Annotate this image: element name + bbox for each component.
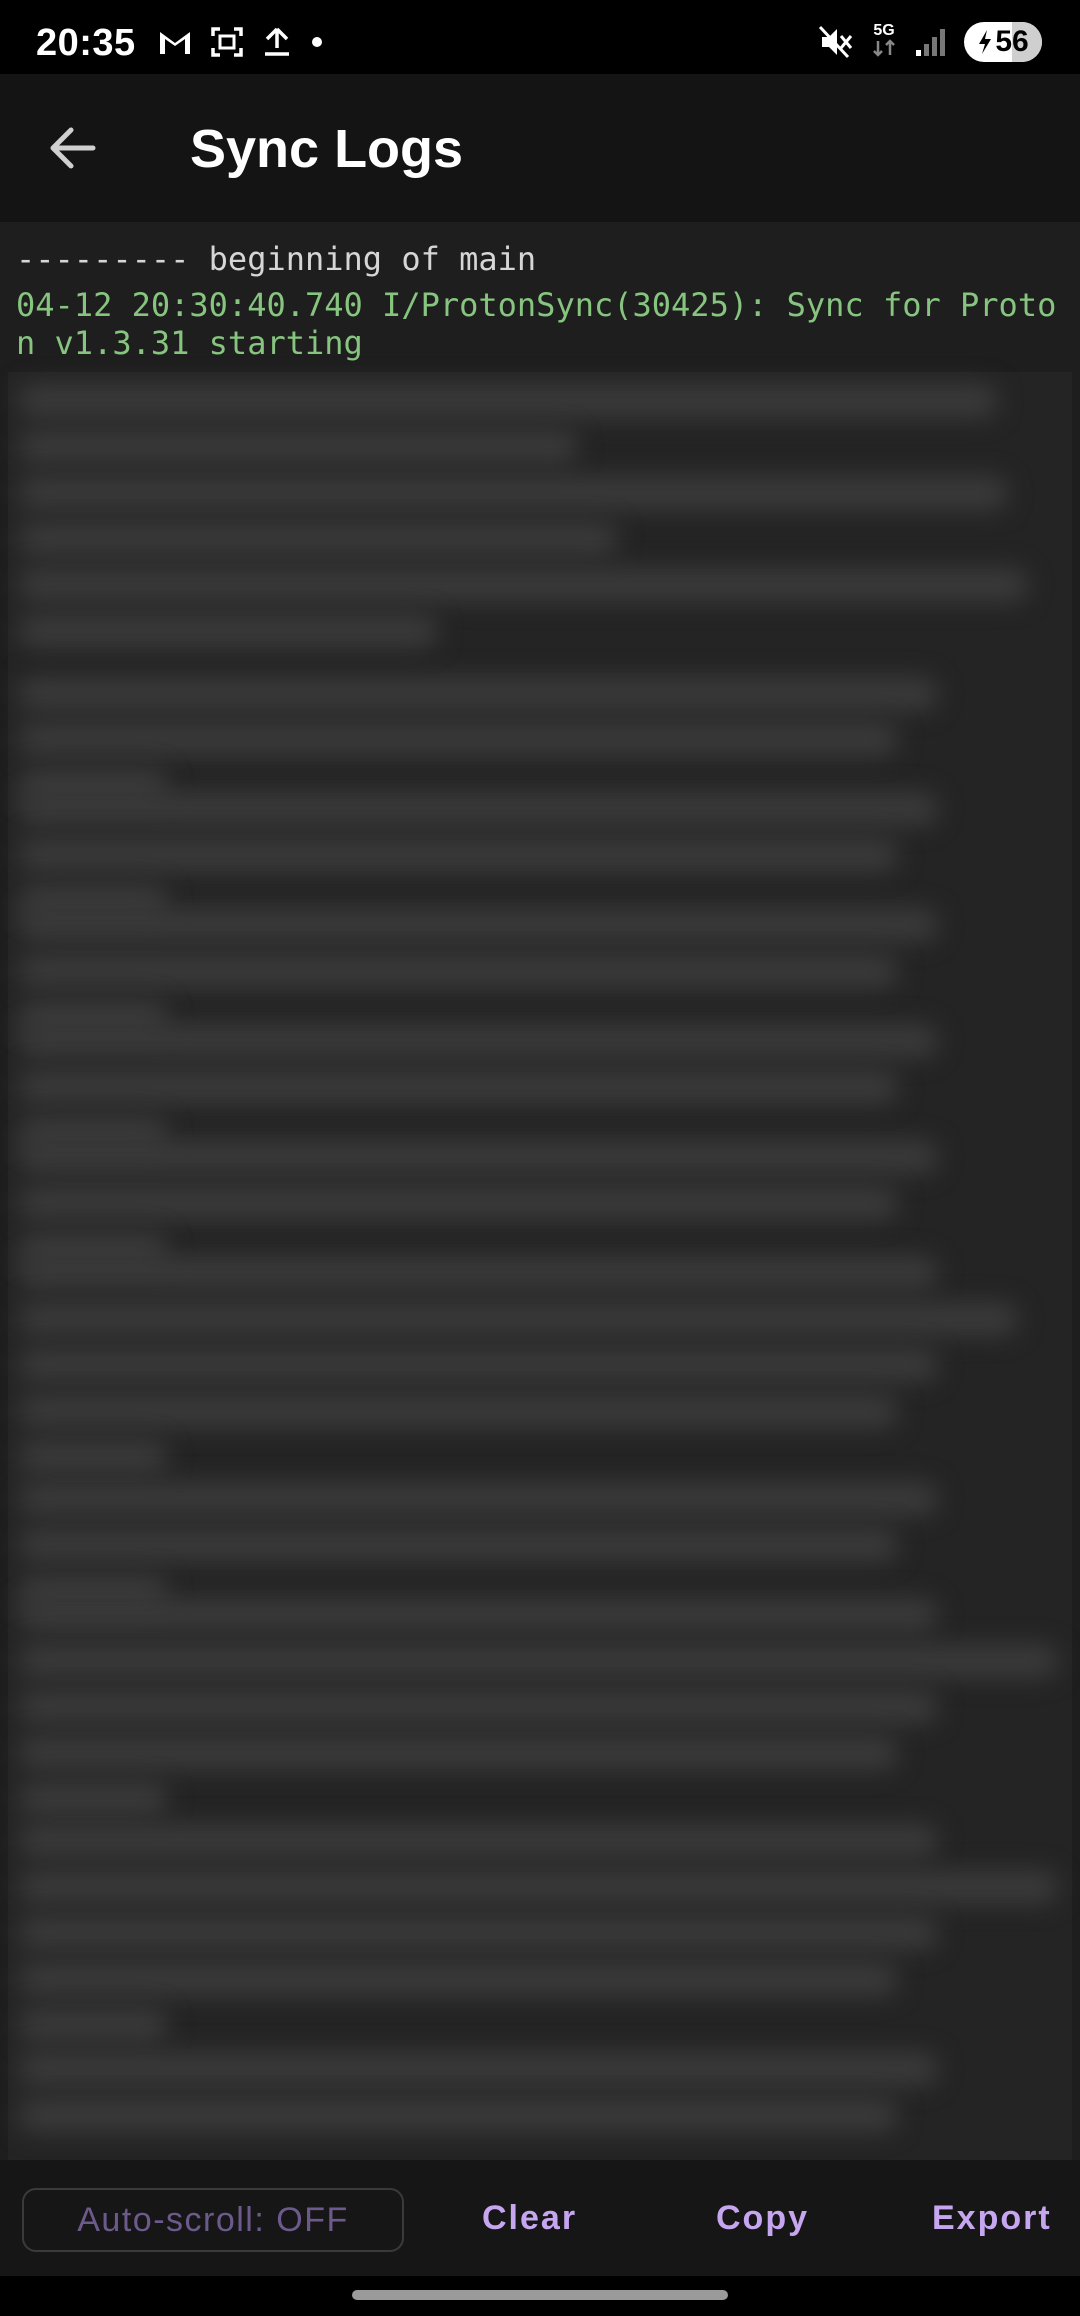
gmail-icon: [160, 32, 190, 54]
system-icons: 5G 56: [818, 22, 1042, 62]
mute-icon: [818, 25, 853, 59]
status-time: 20:35: [36, 22, 136, 64]
dot-icon: [312, 37, 322, 47]
log-entry: 04-12 20:30:40.740 I/ProtonSync(30425): …: [16, 286, 1057, 362]
battery-icon: 56: [964, 22, 1042, 62]
autoscroll-toggle[interactable]: Auto-scroll: OFF: [22, 2188, 404, 2252]
5g-icon: 5G: [870, 22, 898, 62]
back-button[interactable]: [30, 112, 116, 184]
battery-level: 56: [995, 25, 1029, 58]
home-indicator[interactable]: [352, 2290, 728, 2300]
charging-bolt-icon: [979, 30, 992, 54]
notification-icons: [158, 26, 324, 58]
log-view[interactable]: --------- beginning of main 04-12 20:30:…: [0, 222, 1080, 2160]
app-bar: Sync Logs: [0, 74, 1080, 222]
redacted-log-content: [8, 372, 1072, 2160]
status-bar: 20:35 5G 56: [0, 0, 1080, 74]
upload-icon: [265, 27, 289, 56]
log-divider: --------- beginning of main: [16, 240, 537, 278]
clear-button[interactable]: Clear: [482, 2188, 577, 2248]
copy-button[interactable]: Copy: [716, 2188, 809, 2248]
export-button[interactable]: Export: [932, 2188, 1052, 2248]
screenshot-icon: [211, 27, 243, 57]
bottom-action-bar: Auto-scroll: OFF Clear Copy Export: [0, 2160, 1080, 2276]
page-title: Sync Logs: [190, 119, 464, 179]
signal-icon: [916, 29, 945, 56]
arrow-left-icon: [50, 127, 96, 169]
